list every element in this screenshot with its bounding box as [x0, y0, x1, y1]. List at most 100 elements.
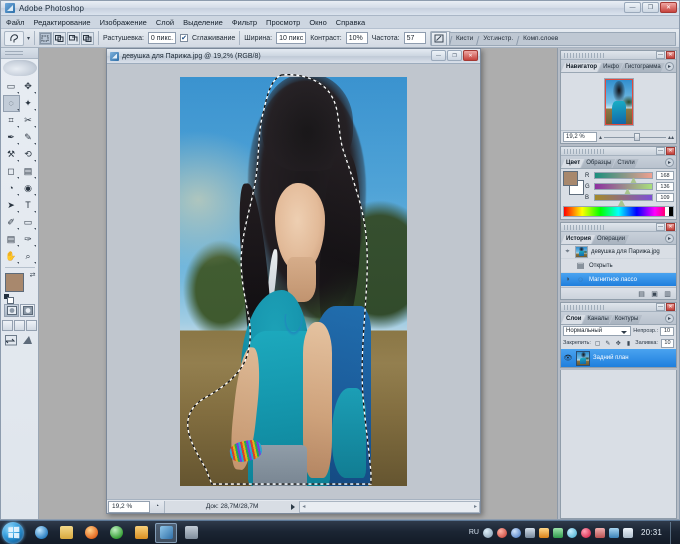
document-titlebar[interactable]: девушка для Парижа.jpg @ 19,2% (RGB/8) —… [107, 49, 480, 64]
eraser-tool[interactable]: ◻ [3, 163, 20, 180]
panel-menu-icon[interactable]: ▸ [665, 158, 674, 167]
create-document-from-state-button[interactable]: ▤ [637, 289, 646, 298]
move-tool[interactable]: ✥ [20, 78, 37, 95]
tab-navigator[interactable]: Навигатор [561, 63, 601, 72]
add-to-selection-button[interactable] [53, 31, 67, 45]
navigator-minimize-button[interactable]: — [656, 51, 665, 59]
notes-tool[interactable]: ▤ [3, 231, 20, 248]
taskbar-utorrent[interactable] [105, 523, 127, 543]
antialias-checkbox[interactable]: ✔ [180, 34, 189, 42]
navigator-preview[interactable] [561, 73, 676, 130]
tray-printer-icon[interactable] [594, 527, 605, 538]
tab-info[interactable]: Инфо [598, 63, 623, 72]
channel-value-r[interactable]: 168 [656, 171, 674, 180]
healing-brush-tool[interactable]: ✒ [3, 129, 20, 146]
channel-slider-b[interactable] [594, 194, 653, 206]
taskbar-photoshop[interactable] [155, 522, 177, 543]
zoom-in-icon[interactable]: ▴▴ [668, 134, 674, 141]
tab-styles[interactable]: Стили [612, 159, 638, 168]
color-spectrum-ramp[interactable] [563, 206, 674, 217]
navigator-zoom-slider[interactable] [604, 132, 666, 142]
layers-close-button[interactable]: ✕ [666, 303, 675, 311]
show-desktop-button[interactable] [670, 521, 676, 544]
foreground-color-swatch[interactable] [4, 273, 24, 292]
standard-screen-mode-button[interactable] [2, 320, 13, 331]
state-source-toggle[interactable]: ◑ [563, 274, 572, 285]
layer-visibility-eye-icon[interactable]: 👁 [563, 352, 573, 364]
scroll-left-arrow[interactable]: ◂ [302, 503, 305, 510]
shape-tool[interactable]: ▭ [20, 214, 37, 231]
create-new-snapshot-button[interactable]: ▣ [650, 289, 659, 298]
layers-minimize-button[interactable]: — [656, 303, 665, 311]
blur-tool[interactable]: ◔ [3, 180, 20, 197]
slice-tool[interactable]: ✂ [20, 112, 37, 129]
layer-row-background[interactable]: 👁 Задний план [561, 349, 676, 367]
tab-history[interactable]: История [561, 235, 595, 244]
palette-well-tabs[interactable]: Кисти Уст.инстр. Комп.слоев [449, 31, 676, 46]
taskbar-window[interactable] [180, 523, 202, 543]
menu-view[interactable]: Просмотр [266, 18, 300, 27]
history-brush-tool[interactable]: ⟲ [20, 146, 37, 163]
minimize-button[interactable]: — [624, 2, 641, 13]
tray-download-icon[interactable] [566, 527, 577, 538]
menu-window[interactable]: Окно [309, 18, 326, 27]
edit-in-imageready-icon[interactable] [5, 334, 19, 346]
menu-image[interactable]: Изображение [100, 18, 147, 27]
standard-mode-button[interactable] [4, 304, 19, 317]
tab-paths[interactable]: Контуры [610, 315, 643, 324]
tray-dropbox-icon[interactable] [510, 527, 521, 538]
zoom-tool[interactable]: ⌕ [20, 248, 37, 265]
lock-position-icon[interactable]: ✥ [615, 339, 622, 347]
contrast-input[interactable]: 10% [345, 32, 368, 44]
panel-menu-icon[interactable]: ▸ [665, 314, 674, 323]
preview-arrow-icon[interactable]: ◔ [150, 501, 164, 513]
canvas-area[interactable]: девушка для Парижа.jpg @ 19,2% (RGB/8) —… [39, 48, 557, 519]
taskbar-media-player[interactable] [130, 523, 152, 543]
taskbar-internet-explorer[interactable] [30, 523, 52, 543]
windows-start-button[interactable] [2, 521, 24, 544]
menu-edit[interactable]: Редактирование [33, 18, 90, 27]
menu-file[interactable]: Файл [6, 18, 24, 27]
layers-panel-titlebar[interactable]: — ✕ [561, 303, 676, 312]
full-screen-with-menu-button[interactable] [14, 320, 25, 331]
tab-histogram[interactable]: Гистограмма [620, 63, 665, 72]
magic-wand-tool[interactable]: ✦ [20, 95, 37, 112]
palette-well-icon[interactable] [431, 31, 447, 46]
lock-all-icon[interactable]: ▮ [625, 339, 632, 347]
frequency-input[interactable]: 57 [403, 32, 426, 44]
menu-help[interactable]: Справка [336, 18, 365, 27]
navigator-panel-titlebar[interactable]: — ✕ [561, 51, 676, 60]
tray-network-icon[interactable] [482, 527, 493, 538]
navigator-zoom-field[interactable]: 19,2 % [563, 132, 597, 142]
color-close-button[interactable]: ✕ [666, 147, 675, 155]
document-canvas[interactable] [107, 64, 480, 499]
brush-tool[interactable]: ✎ [20, 129, 37, 146]
eyedropper-tool[interactable]: ✑ [20, 231, 37, 248]
history-close-button[interactable]: ✕ [666, 223, 675, 231]
quick-mask-mode-button[interactable] [20, 304, 35, 317]
palette-tab-layer-comps[interactable]: Комп.слоев [517, 35, 562, 42]
color-minimize-button[interactable]: — [656, 147, 665, 155]
tray-device-icon[interactable] [608, 527, 619, 538]
dodge-tool[interactable]: ◉ [20, 180, 37, 197]
channel-value-b[interactable]: 109 [656, 193, 674, 202]
tab-actions[interactable]: Операции [592, 235, 629, 244]
history-snapshot-row[interactable]: ⌖ девушка для Парижа.jpg [561, 245, 676, 259]
slider-knob[interactable] [633, 133, 640, 141]
tray-alert-icon[interactable] [580, 527, 591, 538]
crop-tool[interactable]: ⌗ [3, 112, 20, 129]
horizontal-scrollbar[interactable]: ◂ ▸ [299, 500, 480, 513]
tray-update-icon[interactable] [524, 527, 535, 538]
imageready-icon[interactable] [21, 334, 35, 346]
feather-input[interactable]: 0 пикс. [147, 32, 177, 44]
lasso-tool[interactable]: ◌ [2, 95, 20, 112]
document-info-field[interactable]: Док: 28,7M/28,7M [164, 500, 300, 513]
color-panel-titlebar[interactable]: — ✕ [561, 147, 676, 156]
document-minimize-button[interactable]: — [431, 50, 446, 61]
intersect-selection-button[interactable] [81, 31, 95, 45]
default-colors-icon[interactable] [3, 294, 14, 304]
tab-swatches[interactable]: Образцы [581, 159, 615, 168]
tab-layers[interactable]: Слои [561, 315, 585, 324]
delete-state-button[interactable]: ▥ [663, 289, 672, 298]
tray-flash-icon[interactable] [538, 527, 549, 538]
